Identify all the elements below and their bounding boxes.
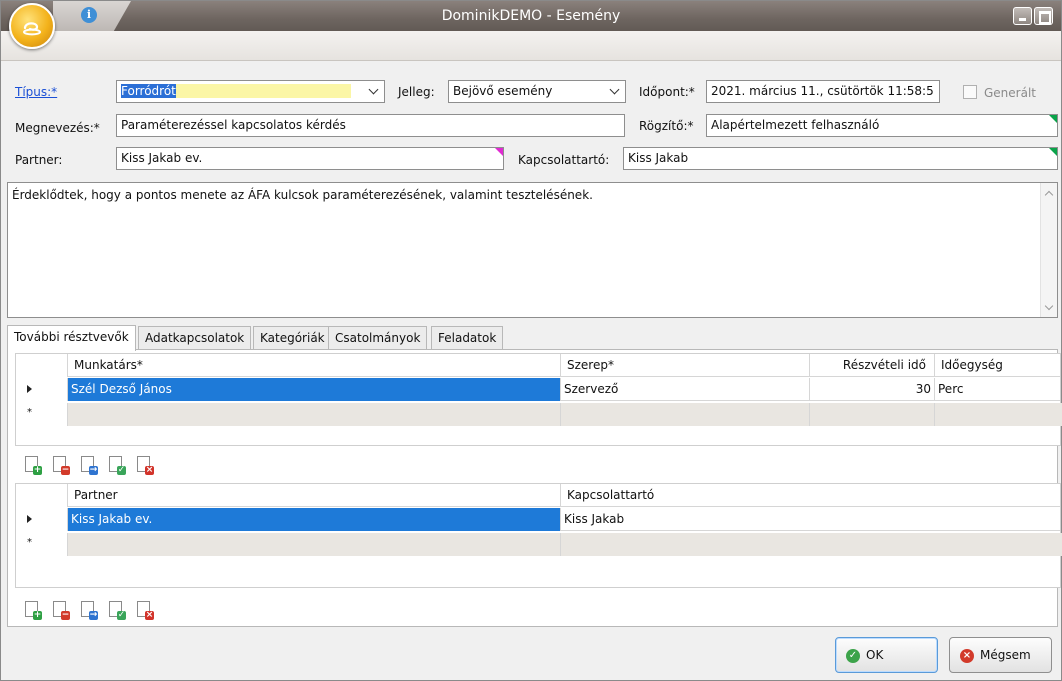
- forward-icon[interactable]: →: [80, 455, 98, 475]
- tab-adatkapcsolatok[interactable]: Adatkapcsolatok: [138, 326, 252, 350]
- close-icon: ×: [960, 649, 974, 663]
- cancel-button[interactable]: × Mégsem: [949, 637, 1052, 673]
- col-idoegyseg[interactable]: Időegység: [935, 354, 1062, 377]
- col-reszveteli-ido[interactable]: Részvételi idő: [810, 354, 935, 377]
- cancel-label: Mégsem: [980, 648, 1031, 662]
- new-row-icon: *: [27, 407, 32, 418]
- memo-scrollbar[interactable]: [1040, 183, 1057, 317]
- tab-csatolmanyok[interactable]: Csatolmányok: [328, 326, 428, 350]
- ribbon-bar: [1, 31, 1061, 61]
- window-title: DominikDEMO - Esemény: [441, 8, 621, 24]
- tab-feladatok[interactable]: Feladatok: [431, 326, 504, 350]
- table-row[interactable]: Szél Dezső János Szervező 30 Perc: [16, 378, 1060, 401]
- new-row[interactable]: *: [16, 533, 1062, 556]
- rogzito-field[interactable]: Alapértelmezett felhasználó: [706, 114, 1058, 137]
- new-cell[interactable]: [561, 403, 810, 426]
- description-memo[interactable]: Érdeklődtek, hogy a pontos menete az ÁFA…: [7, 182, 1058, 318]
- remove-icon[interactable]: −: [52, 455, 70, 475]
- new-cell[interactable]: [561, 533, 1062, 556]
- edit-icon[interactable]: ✓: [108, 600, 126, 620]
- col-kapcsolattarto[interactable]: Kapcsolattartó: [561, 484, 1062, 507]
- table-row[interactable]: Kiss Jakab ev. Kiss Jakab: [16, 508, 1060, 531]
- idopont-field[interactable]: 2021. március 11., csütörtök 11:58:5: [706, 80, 940, 103]
- tipus-label[interactable]: Típus:*: [15, 85, 57, 99]
- tab-tovabbi-resztvevok[interactable]: További résztvevők: [7, 325, 136, 351]
- new-cell[interactable]: [68, 533, 561, 556]
- tab-kategoriak[interactable]: Kategóriák: [253, 326, 332, 350]
- participants-grid: Munkatárs* Szerep* Részvételi idő Időegy…: [15, 353, 1062, 446]
- forward-icon[interactable]: →: [80, 600, 98, 620]
- new-row[interactable]: *: [16, 403, 1062, 426]
- col-szerep[interactable]: Szerep*: [561, 354, 810, 377]
- jelleg-label: Jelleg:: [398, 85, 435, 99]
- row-indicator: *: [16, 533, 68, 556]
- tab-panel: Munkatárs* Szerep* Részvételi idő Időegy…: [7, 349, 1062, 627]
- tipus-combo[interactable]: Forródrót: [116, 80, 385, 103]
- scroll-down-icon[interactable]: [1045, 303, 1053, 311]
- tipus-value: Forródrót: [121, 84, 176, 98]
- row-indicator: [16, 354, 68, 377]
- generalt-checkbox[interactable]: [963, 85, 977, 99]
- delete-icon[interactable]: ×: [136, 455, 154, 475]
- cell-szerep[interactable]: Szervező: [561, 378, 810, 401]
- new-cell[interactable]: [810, 403, 935, 426]
- add-icon[interactable]: +: [24, 600, 42, 620]
- ok-label: OK: [866, 648, 884, 662]
- kapcsolattarto-field[interactable]: Kiss Jakab: [623, 147, 1058, 170]
- cell-idoegyseg[interactable]: Perc: [935, 378, 1062, 401]
- maximize-button[interactable]: [1034, 7, 1053, 25]
- cell-reszveteli-ido[interactable]: 30: [810, 378, 935, 401]
- idopont-label: Időpont:*: [639, 85, 695, 99]
- megnevezes-label: Megnevezés:*: [15, 121, 100, 135]
- minimize-button[interactable]: [1013, 7, 1032, 25]
- col-munkatars[interactable]: Munkatárs*: [68, 354, 561, 377]
- partner-field[interactable]: Kiss Jakab ev.: [116, 147, 504, 170]
- megnevezes-field[interactable]: Paraméterezéssel kapcsolatos kérdés: [116, 114, 625, 137]
- event-window: i DominikDEMO - Esemény Típus:* Forródró…: [0, 0, 1062, 681]
- generalt-label: Generált: [984, 86, 1036, 100]
- title-bar[interactable]: i DominikDEMO - Esemény: [1, 1, 1061, 31]
- app-logo-icon: [23, 22, 41, 36]
- current-row-icon: [27, 385, 32, 393]
- jelleg-combo[interactable]: Bejövő esemény: [448, 80, 626, 103]
- rogzito-label: Rögzítő:*: [639, 119, 694, 133]
- kapcsolattarto-label: Kapcsolattartó:: [518, 153, 610, 167]
- scroll-up-icon[interactable]: [1045, 189, 1053, 197]
- grid-header: Partner Kapcsolattartó: [16, 484, 1060, 507]
- check-icon: ✓: [846, 649, 860, 663]
- grid-header: Munkatárs* Szerep* Részvételi idő Időegy…: [16, 354, 1060, 377]
- chevron-down-icon[interactable]: [368, 85, 380, 97]
- row-indicator: [16, 484, 68, 507]
- edit-icon[interactable]: ✓: [108, 455, 126, 475]
- cell-kapcsolattarto[interactable]: Kiss Jakab: [561, 508, 1062, 531]
- row-indicator: [16, 508, 68, 531]
- description-text: Érdeklődtek, hogy a pontos menete az ÁFA…: [12, 188, 593, 202]
- add-icon[interactable]: +: [24, 455, 42, 475]
- cell-partner[interactable]: Kiss Jakab ev.: [68, 508, 561, 531]
- col-partner[interactable]: Partner: [68, 484, 561, 507]
- ok-button[interactable]: ✓ OK: [835, 637, 938, 673]
- partners-grid: Partner Kapcsolattartó Kiss Jakab ev. Ki…: [15, 483, 1062, 588]
- cell-munkatars[interactable]: Szél Dezső János: [68, 378, 561, 401]
- chevron-down-icon[interactable]: [609, 85, 621, 97]
- partner-label: Partner:: [15, 153, 63, 167]
- jelleg-value: Bejövő esemény: [453, 84, 553, 98]
- new-row-icon: *: [27, 537, 32, 548]
- new-cell[interactable]: [68, 403, 561, 426]
- app-menu-button[interactable]: [9, 3, 55, 49]
- remove-icon[interactable]: −: [52, 600, 70, 620]
- current-row-icon: [27, 515, 32, 523]
- row-indicator: *: [16, 403, 68, 426]
- new-cell[interactable]: [935, 403, 1062, 426]
- row-indicator: [16, 378, 68, 401]
- delete-icon[interactable]: ×: [136, 600, 154, 620]
